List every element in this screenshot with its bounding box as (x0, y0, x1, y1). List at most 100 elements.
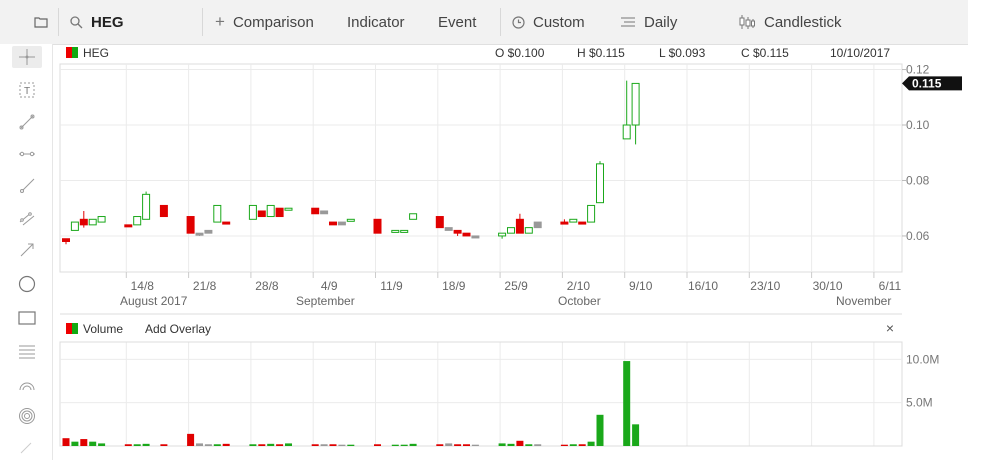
candle-body[interactable] (329, 221, 337, 226)
candle-body[interactable] (124, 224, 133, 228)
window-icon[interactable] (34, 0, 48, 44)
volume-bar[interactable] (80, 439, 88, 446)
crosshair-icon[interactable] (12, 46, 42, 68)
volume-bar[interactable] (578, 444, 586, 446)
rectangle-icon[interactable] (14, 307, 40, 329)
candle-body[interactable] (622, 124, 631, 140)
more-icon[interactable] (14, 437, 40, 459)
volume-bar[interactable] (196, 443, 203, 446)
volume-bar[interactable] (409, 443, 417, 446)
candle-body[interactable] (159, 204, 168, 218)
indicator-button[interactable]: Indicator (347, 0, 405, 44)
volume-bar[interactable] (525, 444, 533, 446)
volume-bar[interactable] (285, 443, 292, 446)
candle-body[interactable] (142, 193, 151, 220)
volume-bar[interactable] (516, 440, 524, 446)
candle-body[interactable] (515, 218, 524, 234)
parallel-channel-icon[interactable] (14, 207, 40, 229)
target-icon[interactable] (14, 405, 40, 427)
candle-body[interactable] (453, 229, 462, 234)
arrow-icon[interactable] (14, 239, 40, 261)
volume-bar[interactable] (471, 444, 479, 446)
candle-body[interactable] (320, 210, 329, 215)
volume-bar[interactable] (587, 441, 595, 446)
volume-bar[interactable] (338, 444, 346, 446)
volume-bar[interactable] (623, 361, 631, 446)
candle-body[interactable] (337, 221, 346, 226)
volume-bar[interactable] (249, 444, 257, 446)
volume-bar[interactable] (596, 414, 604, 446)
volume-bar[interactable] (258, 444, 266, 446)
candle-body[interactable] (578, 221, 587, 225)
volume-bar[interactable] (632, 424, 640, 446)
candle-body[interactable] (62, 238, 70, 242)
candle-body[interactable] (373, 218, 382, 234)
period-button[interactable]: Daily (620, 0, 677, 44)
volume-bar[interactable] (142, 443, 150, 446)
candle-body[interactable] (79, 218, 88, 226)
candle-body[interactable] (533, 221, 542, 229)
candle-body[interactable] (400, 229, 409, 233)
candle-body[interactable] (257, 210, 266, 218)
candle-body[interactable] (88, 218, 97, 226)
chart-type-button[interactable]: Candlestick (738, 0, 842, 44)
candle-body[interactable] (275, 207, 284, 218)
volume-bar[interactable] (454, 444, 462, 446)
circle-icon[interactable] (14, 273, 40, 295)
candle-body[interactable] (195, 232, 204, 236)
volume-bar[interactable] (311, 444, 319, 446)
candle-body[interactable] (222, 221, 231, 225)
candle-body[interactable] (70, 221, 79, 231)
text-box-icon[interactable]: T (14, 79, 40, 101)
volume-bar[interactable] (89, 441, 97, 446)
candle-body[interactable] (311, 207, 320, 215)
candle-body[interactable] (435, 216, 444, 229)
volume-bar[interactable] (391, 444, 399, 446)
volume-bar[interactable] (62, 438, 70, 446)
candle-body[interactable] (587, 204, 596, 223)
event-button[interactable]: Event (438, 0, 476, 44)
candle-body[interactable] (524, 227, 533, 234)
candle-body[interactable] (248, 204, 257, 220)
horizontal-line-icon[interactable] (14, 143, 40, 165)
candle-body[interactable] (596, 163, 604, 204)
comparison-button[interactable]: + Comparison (215, 0, 314, 44)
volume-bar[interactable] (320, 444, 328, 446)
volume-bar[interactable] (71, 441, 79, 446)
candle-body[interactable] (462, 232, 471, 237)
add-overlay-button[interactable]: Add Overlay (145, 322, 211, 336)
candle-body[interactable] (560, 221, 569, 225)
volume-bar[interactable] (534, 444, 542, 446)
volume-bar[interactable] (498, 443, 506, 446)
ray-icon[interactable] (14, 175, 40, 197)
candle-body[interactable] (186, 216, 195, 234)
volume-bar[interactable] (276, 444, 284, 446)
candle-body[interactable] (204, 229, 213, 234)
arc-icon[interactable] (14, 373, 40, 395)
candle-body[interactable] (391, 229, 400, 233)
volume-bar[interactable] (267, 443, 275, 446)
volume-chart[interactable]: 10.0M 5.0M (0, 0, 990, 460)
candle-body[interactable] (444, 227, 453, 231)
candle-body[interactable] (471, 235, 480, 239)
candle-body[interactable] (498, 232, 507, 237)
volume-bar[interactable] (98, 443, 106, 446)
candle-body[interactable] (631, 82, 640, 126)
candle-body[interactable] (213, 204, 222, 223)
volume-bar[interactable] (222, 443, 230, 446)
candle-body[interactable] (569, 218, 578, 223)
volume-bar[interactable] (204, 444, 212, 446)
candle-body[interactable] (133, 216, 142, 226)
volume-bar[interactable] (133, 444, 141, 446)
candle-body[interactable] (266, 204, 275, 218)
volume-bar[interactable] (445, 443, 453, 446)
volume-bar[interactable] (400, 444, 408, 446)
fib-lines-icon[interactable] (14, 341, 40, 363)
volume-bar[interactable] (160, 444, 168, 446)
volume-bar[interactable] (463, 444, 470, 446)
candle-body[interactable] (284, 207, 293, 211)
volume-bar[interactable] (124, 444, 132, 446)
candle-body[interactable] (346, 218, 355, 222)
symbol-search[interactable]: HEG (70, 0, 124, 44)
custom-range-button[interactable]: Custom (512, 0, 585, 44)
